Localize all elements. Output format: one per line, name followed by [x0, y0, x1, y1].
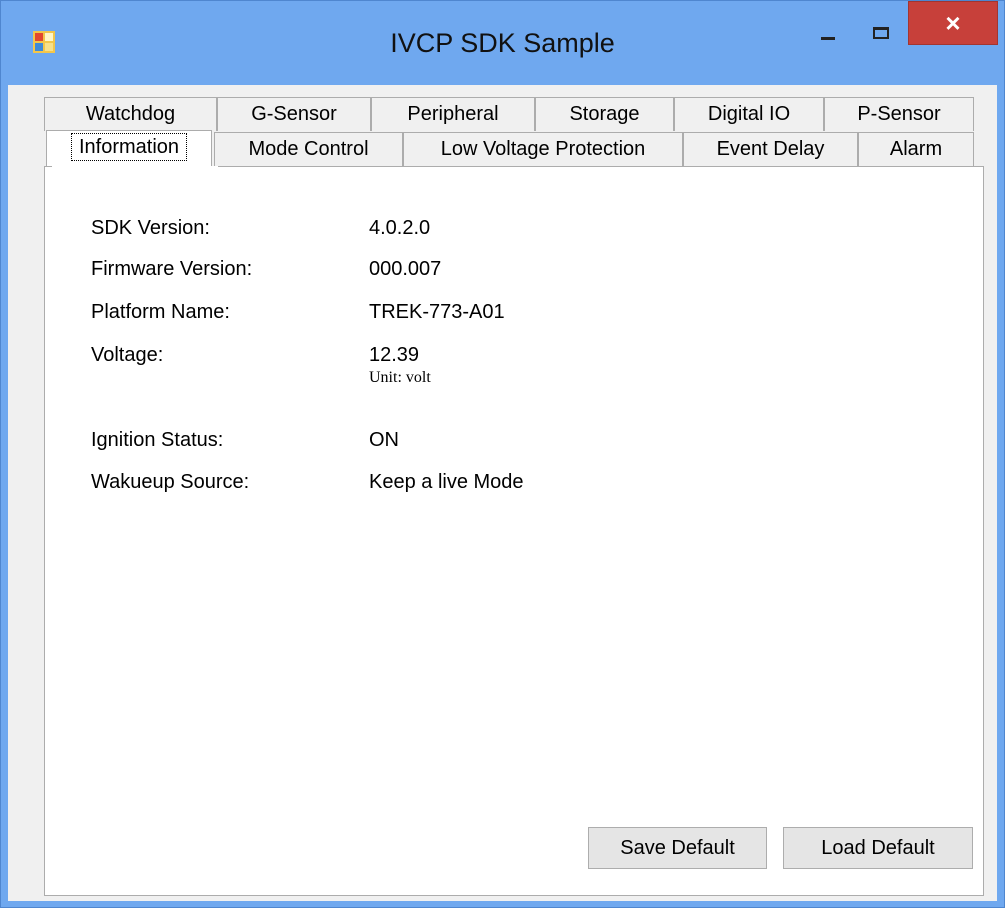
title-bar[interactable]: IVCP SDK Sample ×	[1, 1, 1004, 85]
information-panel: SDK Version: 4.0.2.0 Firmware Version: 0…	[44, 166, 984, 896]
ignition-status-value: ON	[369, 429, 399, 451]
tab-mode-control[interactable]: Mode Control	[214, 132, 403, 166]
platform-name-value: TREK-773-A01	[369, 301, 505, 323]
ignition-status-label: Ignition Status:	[91, 429, 224, 451]
firmware-version-label: Firmware Version:	[91, 258, 253, 280]
selected-tab-join	[52, 166, 218, 169]
tab-peripheral[interactable]: Peripheral	[371, 97, 535, 131]
wakeup-source-value: Keep a live Mode	[369, 471, 524, 493]
voltage-value: 12.39	[369, 344, 420, 366]
tab-low-voltage-protection[interactable]: Low Voltage Protection	[403, 132, 683, 166]
tab-digital-io[interactable]: Digital IO	[674, 97, 824, 131]
minimize-button[interactable]	[799, 3, 855, 51]
save-default-button[interactable]: Save Default	[588, 827, 767, 869]
voltage-unit: Unit: volt	[369, 369, 431, 386]
wakeup-source-label: Wakueup Source:	[91, 471, 250, 493]
close-button[interactable]: ×	[908, 1, 998, 45]
app-window: IVCP SDK Sample × Watchdog G-Sensor Peri…	[0, 0, 1005, 908]
maximize-button[interactable]	[855, 3, 905, 51]
tab-information-label: Information	[70, 133, 188, 161]
voltage-label: Voltage:	[91, 344, 164, 366]
tab-event-delay[interactable]: Event Delay	[683, 132, 858, 166]
close-icon: ×	[945, 8, 961, 38]
client-area: Watchdog G-Sensor Peripheral Storage Dig…	[8, 85, 997, 901]
tab-p-sensor[interactable]: P-Sensor	[824, 97, 974, 131]
tab-information[interactable]: Information	[46, 130, 212, 166]
sdk-version-label: SDK Version:	[91, 217, 210, 239]
load-default-button[interactable]: Load Default	[783, 827, 973, 869]
firmware-version-value: 000.007	[369, 258, 442, 280]
maximize-icon	[873, 27, 889, 39]
tab-storage[interactable]: Storage	[535, 97, 674, 131]
tab-alarm[interactable]: Alarm	[858, 132, 974, 166]
tab-g-sensor[interactable]: G-Sensor	[217, 97, 371, 131]
tab-watchdog[interactable]: Watchdog	[44, 97, 217, 131]
sdk-version-value: 4.0.2.0	[369, 217, 431, 239]
minimize-icon	[821, 37, 835, 40]
platform-name-label: Platform Name:	[91, 301, 230, 323]
